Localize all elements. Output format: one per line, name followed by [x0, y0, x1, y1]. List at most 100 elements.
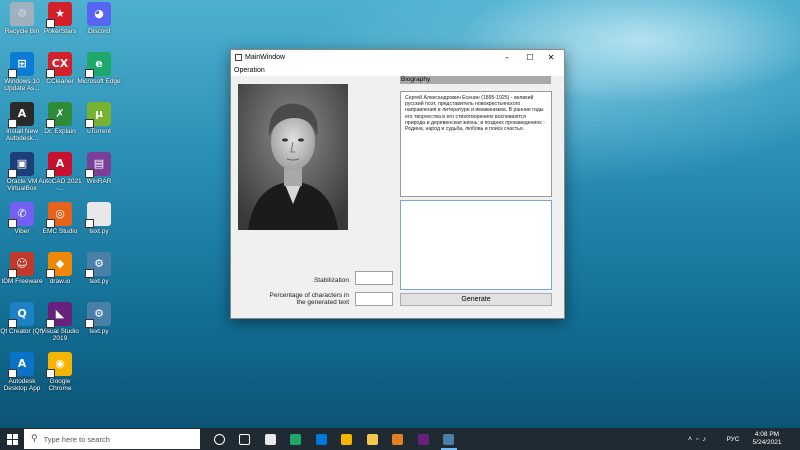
utorrent-icon: µ [85, 102, 111, 128]
generated-text-output[interactable] [400, 200, 552, 290]
desktop-icon-label: WinRAR [86, 178, 112, 185]
edge-icon[interactable] [285, 428, 307, 450]
desktop-icon[interactable]: ✗ Dr. Explain [38, 102, 82, 135]
desktop-icon[interactable]: CX CCleaner [38, 52, 82, 85]
desktop-icon-label: IDM Freeware [1, 278, 43, 285]
desktop-icon-label: PokerStars [43, 28, 77, 35]
desktop-icon-label: text.py [89, 328, 109, 335]
qt-creator-icon: Q [8, 302, 34, 328]
clock[interactable]: 4:08 PM 5/24/2021 [744, 428, 790, 450]
clock-date: 5/24/2021 [752, 439, 782, 446]
menu-bar: Operation [231, 65, 564, 76]
recycle-bin-icon: ♲ [10, 2, 34, 26]
desktop-icon-label: EMC Studio [42, 228, 78, 235]
python-icon[interactable] [438, 428, 460, 450]
desktop-icon[interactable]: ◎ EMC Studio [38, 202, 82, 235]
language-indicator[interactable]: РУС [722, 428, 744, 450]
desktop-icon[interactable]: ◣ Visual Studio 2019 [38, 302, 82, 342]
task-view-icon[interactable] [208, 428, 230, 450]
autodesk-desktop-icon: A [8, 352, 34, 378]
taskbar-search-box[interactable]: ⚲ Type here to search [24, 429, 200, 449]
taskbar: ⚲ Type here to search ˄ ▫ ♪ РУС 4:08 PM … [0, 428, 800, 450]
desktop-icon[interactable]: e Microsoft Edge [77, 52, 121, 85]
desktop-icon[interactable]: ⚙ text.py [77, 302, 121, 335]
title-bar[interactable]: MainWindow – ☐ ✕ [231, 50, 564, 65]
main-window: MainWindow – ☐ ✕ Operation Stabilization… [230, 49, 565, 319]
document-icon [85, 202, 111, 228]
portrait-photo [238, 84, 348, 230]
search-placeholder: Type here to search [43, 434, 110, 444]
biography-header: Biography [400, 76, 551, 84]
python-file-icon: ⚙ [85, 252, 111, 278]
windows-update-icon: ⊞ [8, 52, 34, 78]
close-button[interactable]: ✕ [540, 50, 562, 65]
menu-operation[interactable]: Operation [234, 67, 265, 74]
visual-studio-icon[interactable] [412, 428, 434, 450]
desktop-icon-label: Dr. Explain [44, 128, 76, 135]
stabilization-input[interactable] [355, 271, 393, 285]
desktop-icon-label: text.py [89, 228, 109, 235]
chrome-icon: ◉ [46, 352, 72, 378]
desktop-icon[interactable]: ◉ Google Chrome [38, 352, 82, 392]
windows-logo-icon [6, 433, 18, 445]
taskbar-app-icon[interactable] [234, 428, 256, 450]
system-tray[interactable]: ˄ ▫ ♪ [672, 428, 722, 450]
desktop-icon-label: Google Chrome [48, 378, 72, 392]
desktop-icon-label: uTorrent [87, 128, 111, 135]
window-icon [235, 54, 242, 61]
virtualbox-icon: ▣ [8, 152, 34, 178]
desktop-icon[interactable]: ◆ draw.io [38, 252, 82, 285]
autocad-icon: A [46, 152, 72, 178]
chevron-up-icon[interactable]: ˄ [688, 436, 692, 443]
dr-explain-icon: ✗ [46, 102, 72, 128]
drawio-icon: ◆ [46, 252, 72, 278]
desktop-icon[interactable]: ⚙ text.py [77, 252, 121, 285]
pokerstars-icon: ★ [46, 2, 72, 28]
show-desktop-button[interactable] [792, 428, 800, 450]
desktop-icon-label: AutoCAD 2021 -... [38, 178, 82, 192]
chars-percentage-input[interactable] [355, 292, 393, 306]
file-explorer-icon[interactable] [361, 428, 383, 450]
desktop-icon-label: Oracle VM VirtualBox [6, 178, 38, 192]
python-file-icon: ⚙ [85, 302, 111, 328]
biography-text[interactable]: Сергей Александрович Есенин (1895-1925) … [400, 91, 552, 197]
visual-studio-icon: ◣ [46, 302, 72, 328]
chrome-icon[interactable] [336, 428, 358, 450]
autodesk-icon: A [8, 102, 34, 128]
volume-icon[interactable]: ♪ [703, 436, 707, 443]
desktop-icon[interactable]: text.py [77, 202, 121, 235]
desktop-icon-label: Microsoft Edge [77, 78, 121, 85]
network-icon[interactable]: ▫ [696, 436, 698, 443]
winrar-icon: ▤ [85, 152, 111, 178]
desktop-icon-label: Windows 10 Update As... [4, 78, 40, 92]
photos-icon[interactable] [387, 428, 409, 450]
store-icon[interactable] [259, 428, 281, 450]
viber-icon: ✆ [8, 202, 34, 228]
desktop-icon-label: draw.io [49, 278, 71, 285]
generate-button[interactable]: Generate [400, 293, 552, 306]
desktop-icon[interactable]: ★ PokerStars [38, 2, 82, 35]
stabilization-label: Stabilization [313, 277, 349, 284]
desktop-icon[interactable]: A AutoCAD 2021 -... [38, 152, 82, 192]
edge-icon: e [85, 52, 111, 78]
desktop-icon[interactable]: µ uTorrent [77, 102, 121, 135]
emc-studio-icon: ◎ [46, 202, 72, 228]
window-title: MainWindow [245, 54, 286, 61]
desktop-icon-label: Visual Studio 2019 [41, 328, 79, 342]
search-icon: ⚲ [31, 434, 38, 444]
desktop-icon-label: Autodesk Desktop App [3, 378, 41, 392]
desktop-icon[interactable]: ◕ Discord [77, 2, 121, 35]
idm-icon: ☺ [8, 252, 34, 278]
desktop-icon[interactable]: ▤ WinRAR [77, 152, 121, 185]
maximize-button[interactable]: ☐ [519, 50, 541, 65]
mail-icon[interactable] [310, 428, 332, 450]
start-button[interactable] [0, 428, 24, 450]
desktop-icon-label: Discord [87, 28, 111, 35]
desktop-icon-label: CCleaner [46, 78, 74, 85]
ccleaner-icon: CX [46, 52, 72, 78]
discord-icon: ◕ [87, 2, 111, 26]
chars-percentage-label: Percentage of characters in the generate… [269, 292, 350, 306]
desktop-icon-label: Install New Autodesk... [5, 128, 39, 142]
minimize-button[interactable]: – [496, 50, 518, 65]
desktop-icon-label: text.py [89, 278, 109, 285]
